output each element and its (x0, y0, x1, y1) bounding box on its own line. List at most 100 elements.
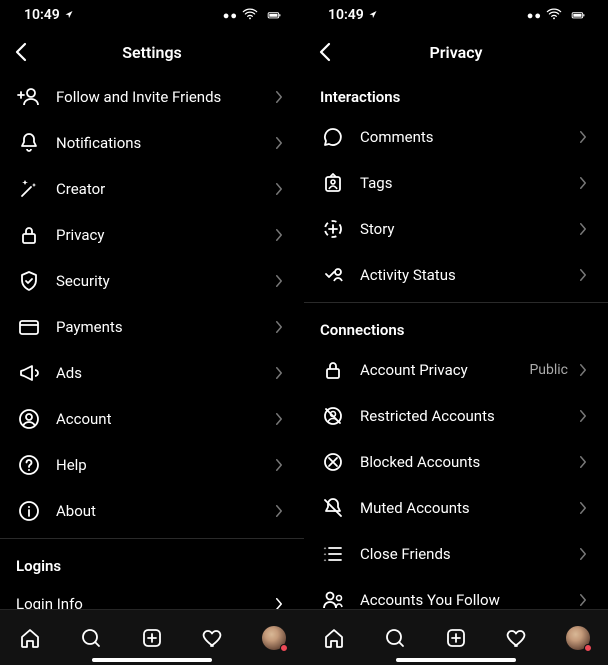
section-header-connections: Connections (304, 307, 608, 347)
row-label: Tags (360, 174, 574, 192)
back-button[interactable] (304, 30, 348, 74)
row-label: Follow and Invite Friends (56, 88, 270, 106)
search-icon (79, 626, 103, 650)
privacy-screen: 10:49 ●● Privacy InteractionsCommentsTag… (304, 0, 608, 665)
list-item[interactable]: Help (0, 442, 304, 488)
chevron-right-icon (574, 407, 592, 425)
back-button[interactable] (0, 30, 44, 74)
nav-header: Settings (0, 30, 304, 74)
tab-search[interactable] (375, 618, 415, 658)
status-bar: 10:49 ●● (304, 0, 608, 30)
location-icon (64, 9, 76, 21)
list-item[interactable]: Story (304, 206, 608, 252)
privacy-list: InteractionsCommentsTagsStoryActivity St… (304, 74, 608, 609)
list-item[interactable]: Account (0, 396, 304, 442)
battery-icon (566, 8, 590, 22)
chevron-right-icon (574, 266, 592, 284)
settings-screen: 10:49 ●● Settings Follow and Invite Frie… (0, 0, 304, 665)
battery-icon (262, 8, 286, 22)
chevron-right-icon (574, 499, 592, 517)
bell-icon (16, 130, 42, 156)
list-item[interactable]: Close Friends (304, 531, 608, 577)
list-item[interactable]: Notifications (0, 120, 304, 166)
card-icon (16, 314, 42, 340)
wifi-icon (242, 7, 258, 23)
list-item[interactable]: Restricted Accounts (304, 393, 608, 439)
chevron-right-icon (270, 364, 288, 382)
tab-new-post[interactable] (132, 618, 172, 658)
chevron-right-icon (270, 272, 288, 290)
tab-bar (0, 609, 304, 665)
home-icon (322, 626, 346, 650)
chevron-right-icon (574, 361, 592, 379)
lock-icon (320, 357, 346, 383)
list-item[interactable]: Tags (304, 160, 608, 206)
follow-icon (320, 587, 346, 609)
chevron-right-icon (270, 134, 288, 152)
heart-icon (505, 626, 529, 650)
list-item[interactable]: Follow and Invite Friends (0, 74, 304, 120)
blocked-icon (320, 449, 346, 475)
avatar (566, 626, 590, 650)
heart-icon (201, 626, 225, 650)
location-icon (368, 9, 380, 21)
home-indicator[interactable] (92, 658, 212, 662)
divider (0, 538, 304, 539)
tab-activity[interactable] (497, 618, 537, 658)
settings-list: Follow and Invite Friends Notifications Cr… (0, 74, 304, 609)
home-indicator[interactable] (396, 658, 516, 662)
list-item[interactable]: Security (0, 258, 304, 304)
help-icon (16, 452, 42, 478)
login-info-row[interactable]: Login Info (0, 583, 304, 609)
tab-profile[interactable] (254, 618, 294, 658)
new-post-icon (140, 626, 164, 650)
add-friend-icon (16, 84, 42, 110)
chevron-right-icon (270, 318, 288, 336)
tab-home[interactable] (314, 618, 354, 658)
list-item[interactable]: Privacy (0, 212, 304, 258)
info-icon (16, 498, 42, 524)
person-circle-icon (16, 406, 42, 432)
row-label: Accounts You Follow (360, 591, 574, 609)
divider (304, 302, 608, 303)
list-item[interactable]: About (0, 488, 304, 534)
row-label: Ads (56, 364, 270, 382)
tab-home[interactable] (10, 618, 50, 658)
megaphone-icon (16, 360, 42, 386)
section-header-logins: Logins (0, 543, 304, 583)
restricted-icon (320, 403, 346, 429)
row-label: Account (56, 410, 270, 428)
tab-bar (304, 609, 608, 665)
muted-icon (320, 495, 346, 521)
list-item[interactable]: Activity Status (304, 252, 608, 298)
row-label: Creator (56, 180, 270, 198)
chevron-right-icon (270, 180, 288, 198)
wifi-icon (546, 7, 562, 23)
row-label: Payments (56, 318, 270, 336)
list-item[interactable]: Accounts You Follow (304, 577, 608, 609)
star-wand-icon (16, 176, 42, 202)
list-item[interactable]: Creator (0, 166, 304, 212)
activity-icon (320, 262, 346, 288)
chevron-right-icon (574, 174, 592, 192)
row-label: Close Friends (360, 545, 574, 563)
list-item[interactable]: Ads (0, 350, 304, 396)
list-item[interactable]: Payments (0, 304, 304, 350)
list-item[interactable]: Muted Accounts (304, 485, 608, 531)
row-label: Help (56, 456, 270, 474)
chevron-right-icon (270, 502, 288, 520)
list-item[interactable]: Comments (304, 114, 608, 160)
story-add-icon (320, 216, 346, 242)
chevron-right-icon (574, 128, 592, 146)
tab-search[interactable] (71, 618, 111, 658)
list-item[interactable]: Blocked Accounts (304, 439, 608, 485)
tab-new-post[interactable] (436, 618, 476, 658)
row-label: Story (360, 220, 574, 238)
tab-activity[interactable] (193, 618, 233, 658)
avatar (262, 626, 286, 650)
tab-profile[interactable] (558, 618, 598, 658)
row-label: Notifications (56, 134, 270, 152)
list-item[interactable]: Account PrivacyPublic (304, 347, 608, 393)
row-label: Privacy (56, 226, 270, 244)
nav-header: Privacy (304, 30, 608, 74)
